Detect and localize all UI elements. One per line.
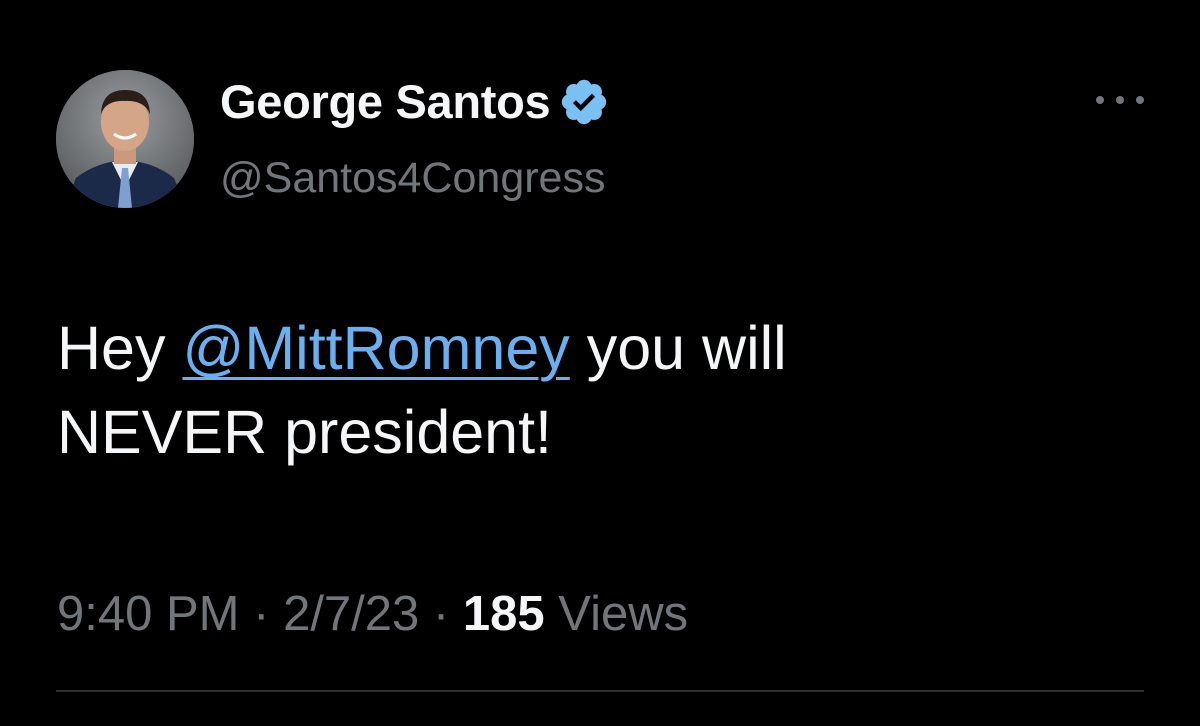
- more-dot: [1116, 96, 1124, 104]
- tweet-text-after-mention: you will: [569, 314, 787, 382]
- author-name-row[interactable]: George Santos: [220, 74, 610, 130]
- verified-badge-icon[interactable]: [558, 76, 610, 128]
- more-dot: [1096, 96, 1104, 104]
- meta-separator: ·: [253, 587, 270, 641]
- avatar[interactable]: [56, 70, 194, 208]
- tweet-date[interactable]: 2/7/23: [283, 587, 419, 641]
- more-horizontal-icon[interactable]: [1096, 88, 1144, 112]
- tweet-text-line-2: NEVER president!: [57, 398, 552, 466]
- views-label[interactable]: Views: [558, 587, 688, 641]
- tweet-text-before-mention: Hey: [57, 314, 183, 382]
- views-count[interactable]: 185: [463, 587, 545, 641]
- tweet-text: Hey @MittRomney you will NEVER president…: [57, 306, 1157, 474]
- divider: [56, 690, 1144, 692]
- more-dot: [1136, 96, 1144, 104]
- meta-separator: ·: [432, 587, 450, 641]
- author-handle[interactable]: @Santos4Congress: [220, 150, 605, 206]
- author-display-name[interactable]: George Santos: [220, 74, 551, 130]
- mention-link[interactable]: @MittRomney: [182, 314, 569, 382]
- tweet-text-line-1: Hey @MittRomney you will: [57, 306, 1157, 390]
- tweet-meta: 9:40 PM · 2/7/23 · 185 Views: [57, 582, 688, 646]
- tweet: George Santos @Santos4Congress Hey @Mitt…: [0, 0, 1200, 726]
- tweet-time[interactable]: 9:40 PM: [57, 587, 239, 641]
